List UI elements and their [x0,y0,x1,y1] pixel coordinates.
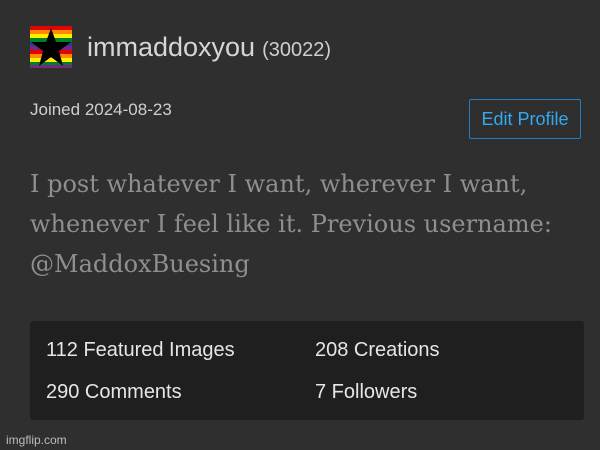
stat-comments[interactable]: 290 Comments [46,381,182,404]
stat-featured-images[interactable]: 112 Featured Images [46,339,235,362]
pride-flag-star-icon [30,26,72,68]
stats-panel: 112 Featured Images 208 Creations 290 Co… [30,321,584,420]
profile-bio: I post whatever I want, wherever I want,… [30,170,552,278]
edit-profile-button[interactable]: Edit Profile [469,99,581,139]
profile-header: immaddoxyou (30022) [30,26,331,68]
stat-creations[interactable]: 208 Creations [315,339,440,362]
joined-date: Joined 2024-08-23 [30,100,172,119]
watermark: imgflip.com [6,433,67,447]
user-points: (30022) [262,38,332,61]
stat-followers[interactable]: 7 Followers [315,381,417,404]
username: immaddoxyou [87,31,256,62]
avatar[interactable] [30,26,72,68]
